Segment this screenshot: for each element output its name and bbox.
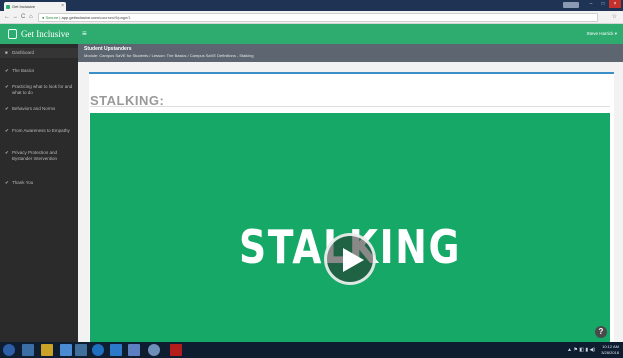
start-icon[interactable]: [3, 344, 15, 356]
back-icon[interactable]: ←: [4, 13, 10, 22]
window-controls: – □ ×: [585, 0, 621, 11]
sidebar-item-practicing[interactable]: ✔ Practicing what to look for and what t…: [0, 84, 78, 96]
logo-icon: [8, 29, 17, 39]
menu-toggle-icon[interactable]: ≡: [82, 29, 87, 39]
sidebar-item-label: Dashboard: [12, 50, 35, 55]
brand-logo[interactable]: Get Inclusive: [8, 28, 69, 40]
chrome-icon[interactable]: [148, 344, 160, 356]
taskbar: ▲ ⚑ ◧ ▮ ◀) 10:12 AM 3/28/2018: [0, 342, 623, 358]
forward-icon[interactable]: →: [12, 13, 18, 22]
sidebar-item-awareness[interactable]: ✔ From Awareness to Empathy: [0, 128, 78, 134]
minimize-button[interactable]: –: [585, 0, 597, 8]
breadcrumb: Module: Campus SaVE for Students / Lesso…: [84, 53, 254, 58]
browser-profile-button[interactable]: [563, 2, 579, 8]
play-button[interactable]: [324, 233, 376, 285]
help-button[interactable]: ?: [595, 326, 607, 338]
maximize-button[interactable]: □: [597, 0, 609, 8]
sidebar-item-label: Privacy Protection and Bystander Interve…: [12, 150, 58, 161]
favicon-icon: [6, 5, 10, 9]
sidebar-item-thank-you[interactable]: ✔ Thank You: [0, 180, 78, 186]
bookmark-star-icon[interactable]: ☆: [612, 13, 617, 22]
browser-toolbar: ← → C ⌂ ● Secure | app.getinclusive.com/…: [0, 11, 623, 24]
clock[interactable]: 10:12 AM 3/28/2018: [601, 344, 619, 356]
play-icon: [343, 248, 364, 272]
browser-tab-strip: Get Inclusive × – □ ×: [0, 0, 623, 11]
internet-explorer-icon[interactable]: [92, 344, 104, 356]
browser-tab[interactable]: Get Inclusive ×: [4, 2, 66, 11]
clock-date: 3/28/2018: [601, 350, 619, 355]
close-tab-icon[interactable]: ×: [61, 2, 64, 11]
sidebar-item-label: The Basics: [12, 68, 35, 73]
sidebar: ■ Dashboard ✔ The Basics ✔ Practicing wh…: [0, 44, 78, 342]
check-icon: ✔: [5, 128, 9, 133]
taskbar-app-icon[interactable]: [22, 344, 34, 356]
home-icon[interactable]: ⌂: [29, 13, 33, 22]
check-icon: ✔: [5, 106, 9, 111]
sidebar-item-label: Behaviors and Norms: [12, 106, 56, 111]
user-menu[interactable]: Steve Harrick ▾: [586, 30, 617, 38]
reload-icon[interactable]: C: [21, 13, 25, 22]
sidebar-item-the-basics[interactable]: ✔ The Basics: [0, 68, 78, 74]
dashboard-icon: ■: [5, 50, 8, 55]
browser-tab-title: Get Inclusive: [12, 4, 36, 9]
taskbar-app-icon[interactable]: [60, 344, 72, 356]
check-icon: ✔: [5, 180, 9, 185]
sidebar-item-label: Thank You: [12, 180, 34, 185]
taskbar-app-icon[interactable]: [75, 344, 87, 356]
sidebar-item-label: Practicing what to look for and what to …: [12, 84, 73, 95]
check-icon: ✔: [5, 84, 9, 89]
system-tray[interactable]: ▲ ⚑ ◧ ▮ ◀): [567, 345, 595, 355]
file-explorer-icon[interactable]: [41, 344, 53, 356]
video-player[interactable]: STALKING: [90, 113, 610, 342]
sidebar-item-dashboard[interactable]: ■ Dashboard: [0, 48, 78, 58]
close-window-button[interactable]: ×: [609, 0, 621, 8]
outlook-icon[interactable]: [110, 344, 122, 356]
url-host: app.getinclusive.com: [61, 15, 99, 20]
divider: [90, 106, 610, 107]
sidebar-item-label: From Awareness to Empathy: [12, 128, 70, 133]
sidebar-item-privacy[interactable]: ✔ Privacy Protection and Bystander Inter…: [0, 150, 78, 162]
taskbar-app-icon[interactable]: [128, 344, 140, 356]
url-path: /courses/9/page/1: [98, 15, 131, 20]
check-icon: ✔: [5, 68, 9, 73]
course-title-band: Student Upstanders Module: Campus SaVE f…: [78, 44, 623, 62]
app-header: Get Inclusive ≡ Steve Harrick ▾: [0, 24, 623, 44]
course-title: Student Upstanders: [84, 46, 132, 52]
url-bar[interactable]: ● Secure | app.getinclusive.com/courses/…: [38, 13, 598, 22]
brand-name: Get Inclusive: [21, 29, 70, 39]
sidebar-item-behaviors[interactable]: ✔ Behaviors and Norms: [0, 106, 78, 112]
acrobat-icon[interactable]: [170, 344, 182, 356]
url-secure-label: Secure: [45, 15, 59, 20]
check-icon: ✔: [5, 150, 9, 155]
